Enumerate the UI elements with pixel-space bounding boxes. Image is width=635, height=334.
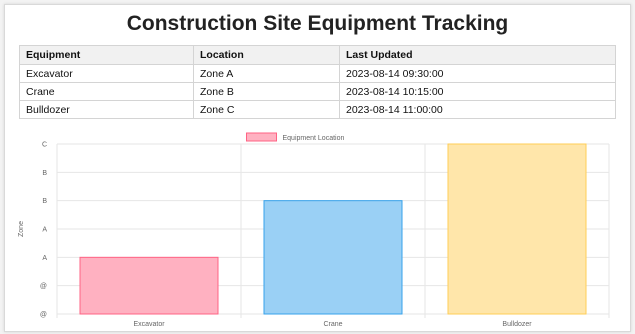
x-tick-label: Bulldozer [502, 321, 532, 328]
y-tick-label: @ [40, 312, 47, 319]
legend-label: Equipment Location [283, 135, 345, 142]
app-card: Construction Site Equipment Tracking Equ… [4, 4, 631, 332]
x-tick-label: Crane [323, 321, 342, 328]
bar-bulldozer[interactable] [447, 143, 587, 315]
y-axis-label: Zone [18, 221, 25, 237]
equipment-location-chart: @ @ A A B B C Excavator Crane Bulldozer Equipmen… [18, 132, 610, 328]
y-tick-label: @ [40, 283, 47, 290]
y-tick-label: A [42, 255, 47, 262]
legend-swatch [246, 132, 277, 142]
y-tick-labels: @ @ A A B B C [40, 142, 47, 319]
chart-legend[interactable]: Equipment Location [246, 132, 345, 142]
y-tick-label: B [42, 198, 47, 205]
y-tick-label: C [42, 142, 47, 149]
x-tick-label: Excavator [133, 321, 165, 328]
x-tick-labels: Excavator Crane Bulldozer [133, 321, 532, 328]
bar-excavator[interactable] [79, 256, 219, 315]
y-tick-label: A [42, 227, 47, 234]
y-tick-label: B [42, 170, 47, 177]
bar-crane[interactable] [263, 200, 403, 315]
